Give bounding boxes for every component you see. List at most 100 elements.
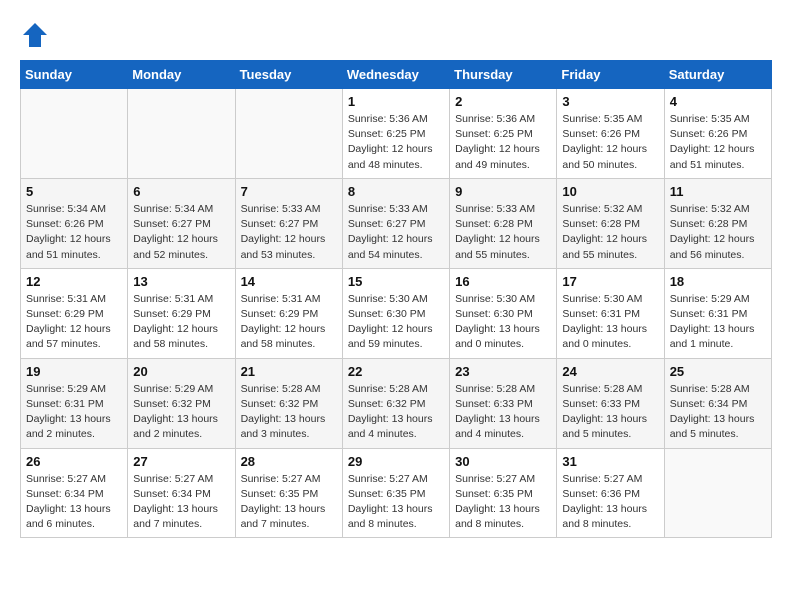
day-number: 24 [562, 364, 658, 379]
logo [20, 20, 54, 50]
day-info: Sunrise: 5:27 AMSunset: 6:35 PMDaylight:… [455, 472, 551, 533]
weekday-header-monday: Monday [128, 61, 235, 89]
day-cell-8: 8Sunrise: 5:33 AMSunset: 6:27 PMDaylight… [342, 178, 449, 268]
day-info: Sunrise: 5:30 AMSunset: 6:30 PMDaylight:… [348, 292, 444, 353]
day-cell-1: 1 Sunrise: 5:36 AMSunset: 6:25 PMDaylight… [342, 89, 449, 179]
day-info: Sunrise: 5:34 AMSunset: 6:27 PMDaylight:… [133, 202, 229, 263]
day-cell-20: 20 Sunrise: 5:29 AMSunset: 6:32 PMDayligh… [128, 358, 235, 448]
day-number: 9 [455, 184, 551, 199]
day-number: 1 [348, 94, 444, 109]
day-cell-15: 15Sunrise: 5:30 AMSunset: 6:30 PMDayligh… [342, 268, 449, 358]
day-number: 19 [26, 364, 122, 379]
day-number: 27 [133, 454, 229, 469]
day-info: Sunrise: 5:31 AMSunset: 6:29 PMDaylight:… [26, 292, 122, 353]
day-cell-4: 4 Sunrise: 5:35 AMSunset: 6:26 PMDaylight… [664, 89, 771, 179]
day-number: 16 [455, 274, 551, 289]
day-number: 26 [26, 454, 122, 469]
day-info: Sunrise: 5:33 AMSunset: 6:28 PMDaylight:… [455, 202, 551, 263]
day-cell-2: 2 Sunrise: 5:36 AMSunset: 6:25 PMDaylight… [450, 89, 557, 179]
day-info: Sunrise: 5:31 AMSunset: 6:29 PMDaylight:… [133, 292, 229, 353]
day-number: 21 [241, 364, 337, 379]
day-info: Sunrise: 5:31 AMSunset: 6:29 PMDaylight:… [241, 292, 337, 353]
day-info: Sunrise: 5:27 AMSunset: 6:35 PMDaylight:… [348, 472, 444, 533]
day-info: Sunrise: 5:30 AMSunset: 6:31 PMDaylight:… [562, 292, 658, 353]
day-cell-31: 31 Sunrise: 5:27 AMSunset: 6:36 PMDayligh… [557, 448, 664, 538]
day-number: 11 [670, 184, 766, 199]
day-cell-19: 19Sunrise: 5:29 AMSunset: 6:31 PMDayligh… [21, 358, 128, 448]
header [20, 20, 772, 50]
day-number: 8 [348, 184, 444, 199]
day-info: Sunrise: 5:36 AMSunset: 6:25 PMDaylight:… [348, 112, 444, 173]
week-row-2: 5Sunrise: 5:34 AMSunset: 6:26 PMDaylight… [21, 178, 772, 268]
day-cell-5: 5Sunrise: 5:34 AMSunset: 6:26 PMDaylight… [21, 178, 128, 268]
day-info: Sunrise: 5:28 AMSunset: 6:32 PMDaylight:… [241, 382, 337, 443]
day-info: Sunrise: 5:35 AMSunset: 6:26 PMDaylight:… [562, 112, 658, 173]
day-cell-12: 12 Sunrise: 5:31 AMSunset: 6:29 PMDayligh… [21, 268, 128, 358]
day-info: Sunrise: 5:32 AMSunset: 6:28 PMDaylight:… [670, 202, 766, 263]
day-cell-26: 26 Sunrise: 5:27 AMSunset: 6:34 PMDayligh… [21, 448, 128, 538]
weekday-header-row: SundayMondayTuesdayWednesdayThursdayFrid… [21, 61, 772, 89]
day-cell-9: 9 Sunrise: 5:33 AMSunset: 6:28 PMDaylight… [450, 178, 557, 268]
empty-cell [21, 89, 128, 179]
day-cell-21: 21 Sunrise: 5:28 AMSunset: 6:32 PMDayligh… [235, 358, 342, 448]
weekday-header-friday: Friday [557, 61, 664, 89]
day-info: Sunrise: 5:32 AMSunset: 6:28 PMDaylight:… [562, 202, 658, 263]
day-info: Sunrise: 5:29 AMSunset: 6:31 PMDaylight:… [670, 292, 766, 353]
day-number: 30 [455, 454, 551, 469]
empty-cell [235, 89, 342, 179]
day-info: Sunrise: 5:28 AMSunset: 6:33 PMDaylight:… [562, 382, 658, 443]
day-cell-30: 30 Sunrise: 5:27 AMSunset: 6:35 PMDayligh… [450, 448, 557, 538]
week-row-4: 19Sunrise: 5:29 AMSunset: 6:31 PMDayligh… [21, 358, 772, 448]
day-number: 13 [133, 274, 229, 289]
day-cell-10: 10 Sunrise: 5:32 AMSunset: 6:28 PMDayligh… [557, 178, 664, 268]
week-row-1: 1 Sunrise: 5:36 AMSunset: 6:25 PMDaylight… [21, 89, 772, 179]
day-cell-7: 7Sunrise: 5:33 AMSunset: 6:27 PMDaylight… [235, 178, 342, 268]
day-info: Sunrise: 5:30 AMSunset: 6:30 PMDaylight:… [455, 292, 551, 353]
weekday-header-tuesday: Tuesday [235, 61, 342, 89]
day-number: 20 [133, 364, 229, 379]
day-info: Sunrise: 5:29 AMSunset: 6:32 PMDaylight:… [133, 382, 229, 443]
day-number: 4 [670, 94, 766, 109]
day-cell-29: 29Sunrise: 5:27 AMSunset: 6:35 PMDayligh… [342, 448, 449, 538]
weekday-header-sunday: Sunday [21, 61, 128, 89]
day-info: Sunrise: 5:27 AMSunset: 6:35 PMDaylight:… [241, 472, 337, 533]
day-number: 25 [670, 364, 766, 379]
day-number: 10 [562, 184, 658, 199]
empty-cell [664, 448, 771, 538]
day-number: 28 [241, 454, 337, 469]
day-number: 2 [455, 94, 551, 109]
day-info: Sunrise: 5:36 AMSunset: 6:25 PMDaylight:… [455, 112, 551, 173]
day-info: Sunrise: 5:27 AMSunset: 6:36 PMDaylight:… [562, 472, 658, 533]
day-number: 22 [348, 364, 444, 379]
calendar: SundayMondayTuesdayWednesdayThursdayFrid… [20, 60, 772, 538]
day-cell-27: 27 Sunrise: 5:27 AMSunset: 6:34 PMDayligh… [128, 448, 235, 538]
day-cell-13: 13 Sunrise: 5:31 AMSunset: 6:29 PMDayligh… [128, 268, 235, 358]
week-row-5: 26 Sunrise: 5:27 AMSunset: 6:34 PMDayligh… [21, 448, 772, 538]
day-cell-17: 17 Sunrise: 5:30 AMSunset: 6:31 PMDayligh… [557, 268, 664, 358]
day-cell-16: 16 Sunrise: 5:30 AMSunset: 6:30 PMDayligh… [450, 268, 557, 358]
day-cell-25: 25 Sunrise: 5:28 AMSunset: 6:34 PMDayligh… [664, 358, 771, 448]
day-info: Sunrise: 5:33 AMSunset: 6:27 PMDaylight:… [241, 202, 337, 263]
day-info: Sunrise: 5:28 AMSunset: 6:34 PMDaylight:… [670, 382, 766, 443]
day-info: Sunrise: 5:28 AMSunset: 6:33 PMDaylight:… [455, 382, 551, 443]
day-info: Sunrise: 5:27 AMSunset: 6:34 PMDaylight:… [133, 472, 229, 533]
day-info: Sunrise: 5:28 AMSunset: 6:32 PMDaylight:… [348, 382, 444, 443]
day-cell-3: 3 Sunrise: 5:35 AMSunset: 6:26 PMDaylight… [557, 89, 664, 179]
day-number: 12 [26, 274, 122, 289]
day-cell-6: 6Sunrise: 5:34 AMSunset: 6:27 PMDaylight… [128, 178, 235, 268]
day-info: Sunrise: 5:35 AMSunset: 6:26 PMDaylight:… [670, 112, 766, 173]
day-cell-28: 28 Sunrise: 5:27 AMSunset: 6:35 PMDayligh… [235, 448, 342, 538]
week-row-3: 12 Sunrise: 5:31 AMSunset: 6:29 PMDayligh… [21, 268, 772, 358]
day-number: 5 [26, 184, 122, 199]
empty-cell [128, 89, 235, 179]
weekday-header-thursday: Thursday [450, 61, 557, 89]
day-cell-11: 11 Sunrise: 5:32 AMSunset: 6:28 PMDayligh… [664, 178, 771, 268]
day-cell-14: 14Sunrise: 5:31 AMSunset: 6:29 PMDayligh… [235, 268, 342, 358]
day-number: 23 [455, 364, 551, 379]
day-number: 17 [562, 274, 658, 289]
day-info: Sunrise: 5:27 AMSunset: 6:34 PMDaylight:… [26, 472, 122, 533]
logo-icon [20, 20, 50, 50]
day-number: 31 [562, 454, 658, 469]
day-number: 3 [562, 94, 658, 109]
weekday-header-wednesday: Wednesday [342, 61, 449, 89]
